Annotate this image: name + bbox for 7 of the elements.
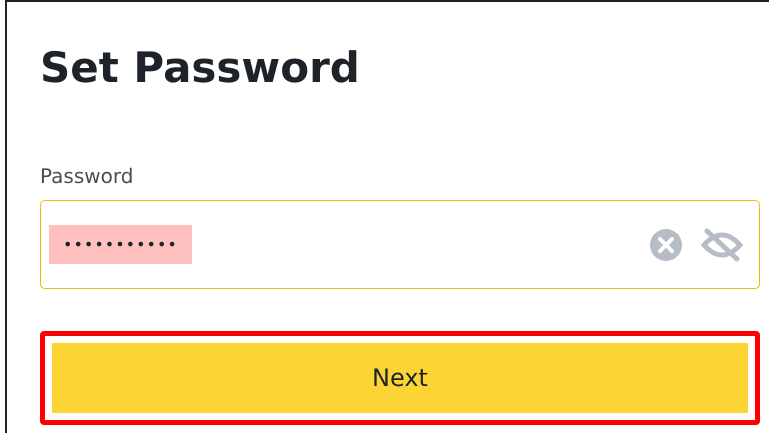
password-value: ••••••••••• bbox=[49, 225, 192, 264]
page-title: Set Password bbox=[40, 42, 360, 94]
next-button[interactable]: Next bbox=[52, 343, 748, 413]
field-label: Password bbox=[40, 164, 134, 188]
eye-slash-icon[interactable] bbox=[701, 226, 743, 262]
password-field[interactable]: ••••••••••• bbox=[40, 200, 760, 289]
clear-icon[interactable] bbox=[649, 228, 683, 262]
